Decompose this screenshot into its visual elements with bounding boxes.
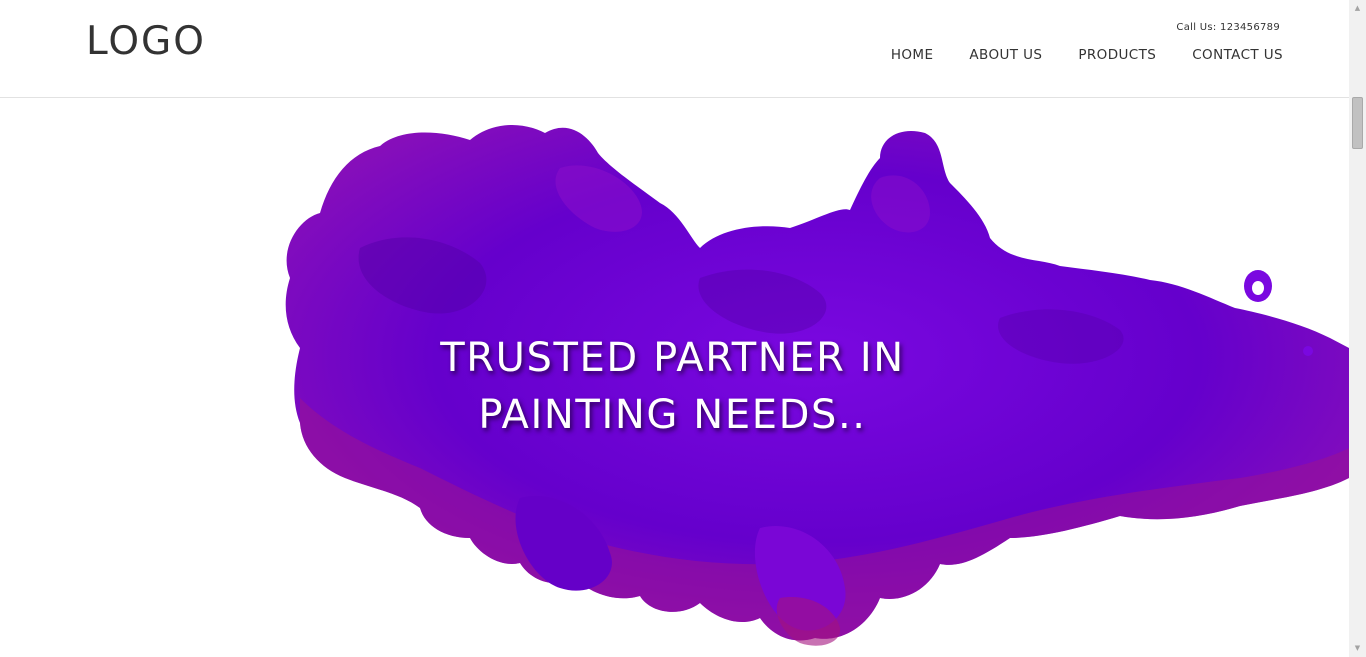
- site-header: LOGO Call Us: 123456789 HOME ABOUT US PR…: [0, 0, 1349, 98]
- logo[interactable]: LOGO: [86, 18, 206, 66]
- main-nav: HOME ABOUT US PRODUCTS CONTACT US: [891, 47, 1283, 63]
- nav-contact-us[interactable]: CONTACT US: [1192, 47, 1283, 63]
- page-scrollbar[interactable]: ▲ ▼: [1349, 0, 1366, 657]
- hero-tagline: TRUSTED PARTNER IN PAINTING NEEDS..: [300, 330, 1045, 444]
- arrow-down-icon[interactable]: ▼: [1349, 640, 1366, 657]
- nav-about-us[interactable]: ABOUT US: [969, 47, 1042, 63]
- scrollbar-thumb[interactable]: [1352, 97, 1363, 149]
- hero-tagline-line1: TRUSTED PARTNER IN: [440, 335, 905, 381]
- hero-banner: TRUSTED PARTNER IN PAINTING NEEDS..: [0, 98, 1349, 657]
- arrow-up-icon[interactable]: ▲: [1349, 0, 1366, 17]
- nav-home[interactable]: HOME: [891, 47, 934, 63]
- call-us-text: Call Us: 123456789: [1176, 22, 1280, 33]
- nav-products[interactable]: PRODUCTS: [1078, 47, 1156, 63]
- hero-tagline-line2: PAINTING NEEDS..: [478, 392, 867, 438]
